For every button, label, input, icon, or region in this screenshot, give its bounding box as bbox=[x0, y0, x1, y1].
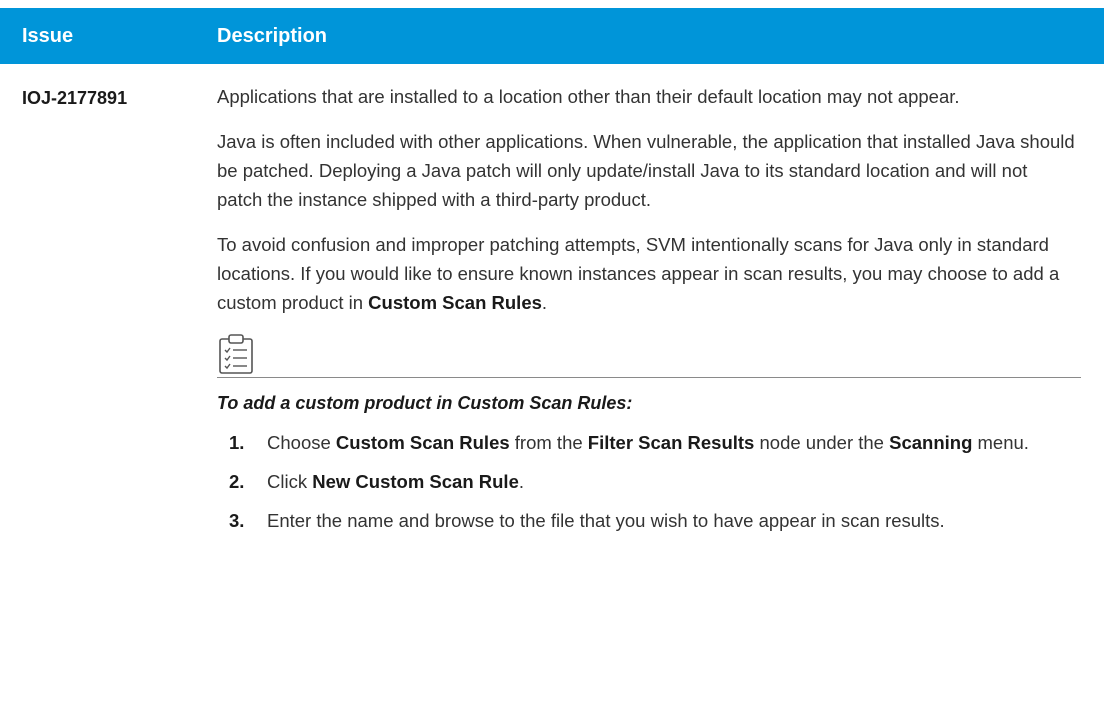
custom-scan-rules-ref: Custom Scan Rules bbox=[368, 292, 542, 313]
step-text: . bbox=[518, 471, 525, 492]
description-paragraph-3: To avoid confusion and improper patching… bbox=[217, 230, 1077, 317]
step-number: 1. bbox=[229, 432, 245, 453]
table-header: Issue Description bbox=[0, 8, 1104, 64]
clipboard-checklist-icon bbox=[219, 334, 253, 374]
step-1: 1. Choose Custom Scan Rules from the Fil… bbox=[217, 428, 1077, 457]
header-issue: Issue bbox=[22, 25, 74, 47]
step-number: 3. bbox=[229, 510, 245, 531]
paragraph-3-end: . bbox=[541, 292, 548, 313]
issue-id: IOJ-2177891 bbox=[22, 88, 128, 108]
procedure-steps: 1. Choose Custom Scan Rules from the Fil… bbox=[217, 428, 1077, 535]
ui-ref-filter-scan-results: Filter Scan Results bbox=[587, 432, 755, 453]
step-text: node under the bbox=[754, 432, 890, 453]
ui-ref-scanning: Scanning bbox=[889, 432, 973, 453]
ui-ref-custom-scan-rules: Custom Scan Rules bbox=[335, 432, 510, 453]
step-text: menu. bbox=[972, 432, 1029, 453]
procedure-title: To add a custom product in Custom Scan R… bbox=[217, 393, 633, 413]
description-paragraph-1: Applications that are installed to a loc… bbox=[217, 86, 960, 107]
step-3: 3. Enter the name and browse to the file… bbox=[217, 506, 1077, 535]
procedure-block bbox=[217, 333, 1081, 378]
header-description: Description bbox=[217, 25, 328, 47]
step-2: 2. Click New Custom Scan Rule. bbox=[217, 467, 1077, 496]
step-text: Click bbox=[267, 471, 313, 492]
issue-description: Applications that are installed to a loc… bbox=[217, 82, 1081, 545]
step-text: Enter the name and browse to the file th… bbox=[267, 510, 945, 531]
procedure-divider bbox=[217, 377, 1081, 378]
description-paragraph-2: Java is often included with other applic… bbox=[217, 131, 1075, 210]
paragraph-3-text: To avoid confusion and improper patching… bbox=[217, 234, 1060, 313]
step-text: Choose bbox=[267, 432, 336, 453]
step-number: 2. bbox=[229, 471, 245, 492]
ui-ref-new-custom-scan-rule: New Custom Scan Rule bbox=[312, 471, 519, 492]
step-text: from the bbox=[509, 432, 588, 453]
